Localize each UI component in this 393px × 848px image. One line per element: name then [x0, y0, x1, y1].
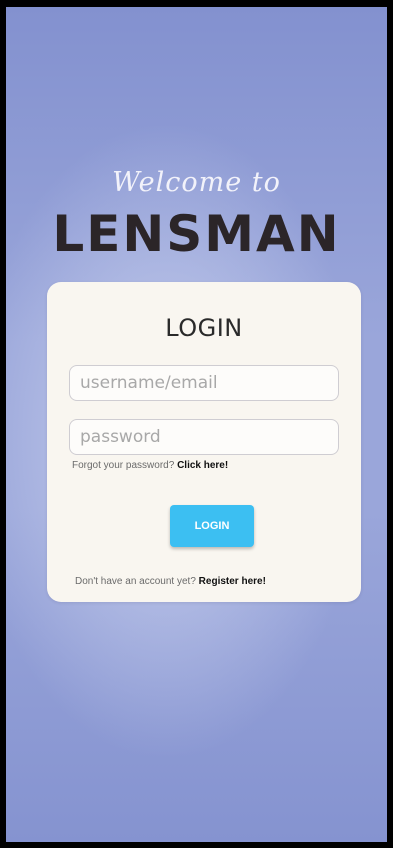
forgot-password-prefix: Forgot your password?	[72, 460, 178, 471]
username-email-input[interactable]	[69, 365, 339, 401]
login-title: LOGIN	[165, 314, 243, 342]
register-prefix: Don't have an account yet?	[75, 576, 199, 587]
forgot-password-link[interactable]: Click here!	[177, 460, 228, 471]
brand-logo-text: LENSMAN	[52, 205, 341, 263]
login-button[interactable]: LOGIN	[170, 505, 254, 547]
password-input[interactable]	[69, 419, 339, 455]
login-card: LOGIN Forgot your password? Click here! …	[47, 282, 361, 602]
forgot-password-text: Forgot your password? Click here!	[72, 460, 228, 471]
register-link[interactable]: Register here!	[199, 576, 266, 587]
register-text: Don't have an account yet? Register here…	[75, 576, 266, 587]
app-screen: Welcome to LENSMAN LOGIN Forgot your pas…	[0, 0, 393, 848]
welcome-text: Welcome to	[112, 167, 281, 198]
